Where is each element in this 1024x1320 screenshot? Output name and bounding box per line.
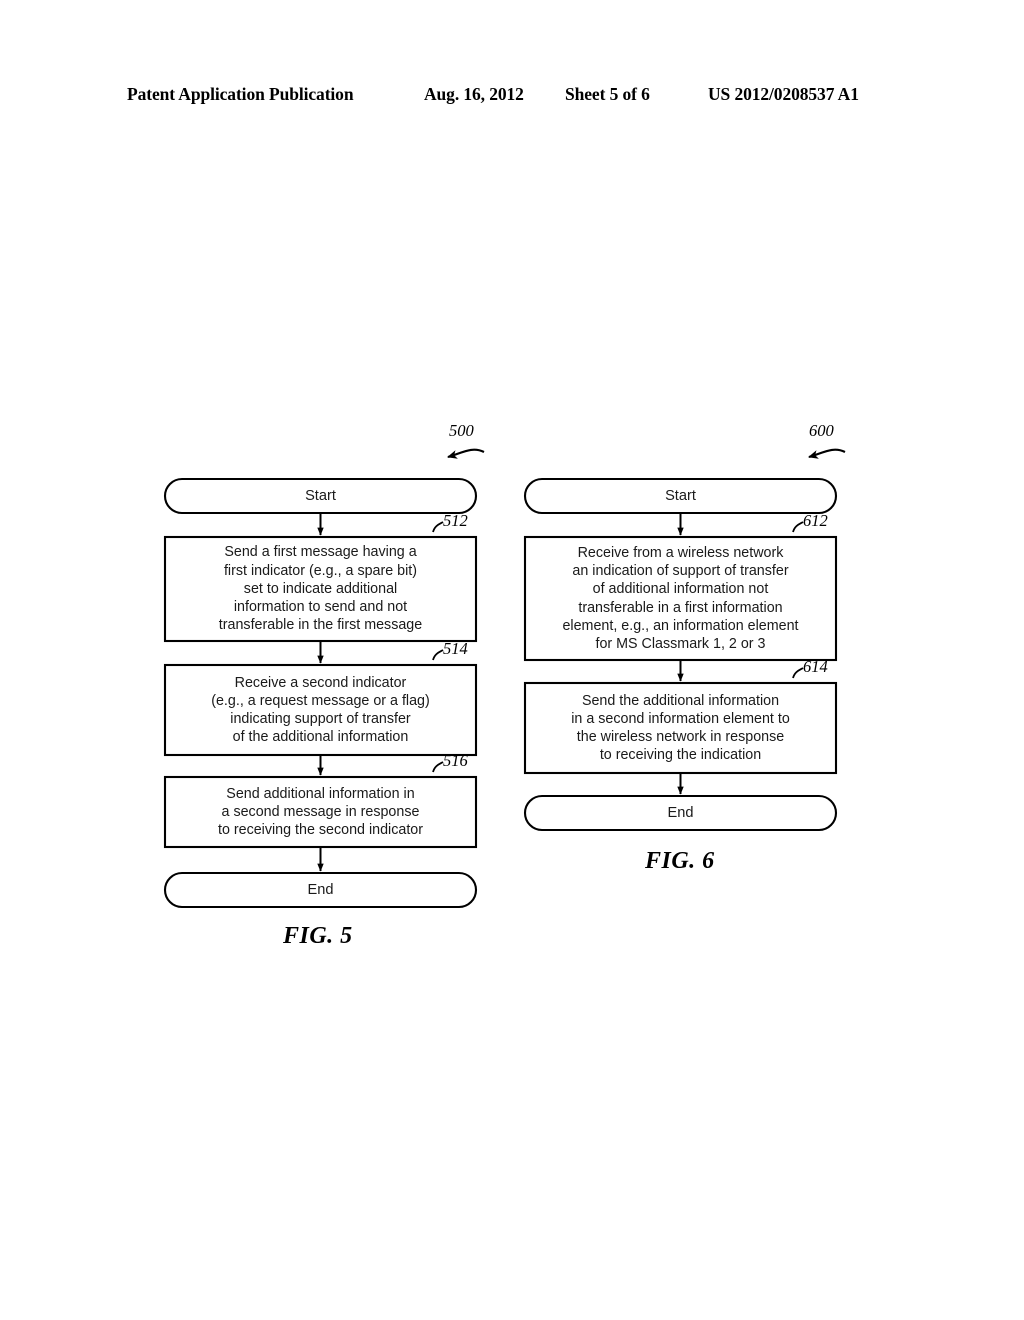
fig6-caption: FIG. 6: [645, 848, 715, 874]
fig5-ref-514-leader: [432, 649, 444, 661]
fig5-ref-516-leader: [432, 761, 444, 773]
fig5-ref-number-512: 512: [443, 511, 468, 530]
fig5-flow-ref-leader: [447, 448, 485, 459]
fig6-start-label: Start: [665, 487, 696, 504]
fig6-end-label: End: [667, 804, 694, 821]
fig6-ref-number-614: 614: [803, 657, 828, 676]
fig6-step-614-label: Send the additional information in a sec…: [571, 692, 790, 764]
fig5-ref-512-leader: [432, 521, 444, 533]
fig6-flow-ref-leader: [808, 448, 846, 459]
fig5-end-label: End: [307, 881, 334, 898]
fig6-flow-ref-number: 600: [809, 421, 834, 440]
patent-figure-drawing: [163, 448, 846, 909]
fig5-ref-number-514: 514: [443, 639, 468, 658]
fig5-step-514-label: Receive a second indicator (e.g., a requ…: [211, 674, 430, 746]
fig6-ref-614-leader: [792, 667, 804, 679]
fig5-caption: FIG. 5: [283, 923, 353, 949]
fig5-ref-number-516: 516: [443, 751, 468, 770]
fig6-ref-612-leader: [792, 521, 804, 533]
fig5-step-516-label: Send additional information in a second …: [217, 785, 424, 839]
fig6-step-612-label: Receive from a wireless network an indic…: [562, 544, 799, 652]
fig5-step-512-label: Send a first message having a first indi…: [218, 544, 423, 634]
fig6-ref-number-612: 612: [803, 511, 828, 530]
fig5-flow-ref-number: 500: [449, 421, 474, 440]
fig5-start-label: Start: [305, 487, 336, 504]
